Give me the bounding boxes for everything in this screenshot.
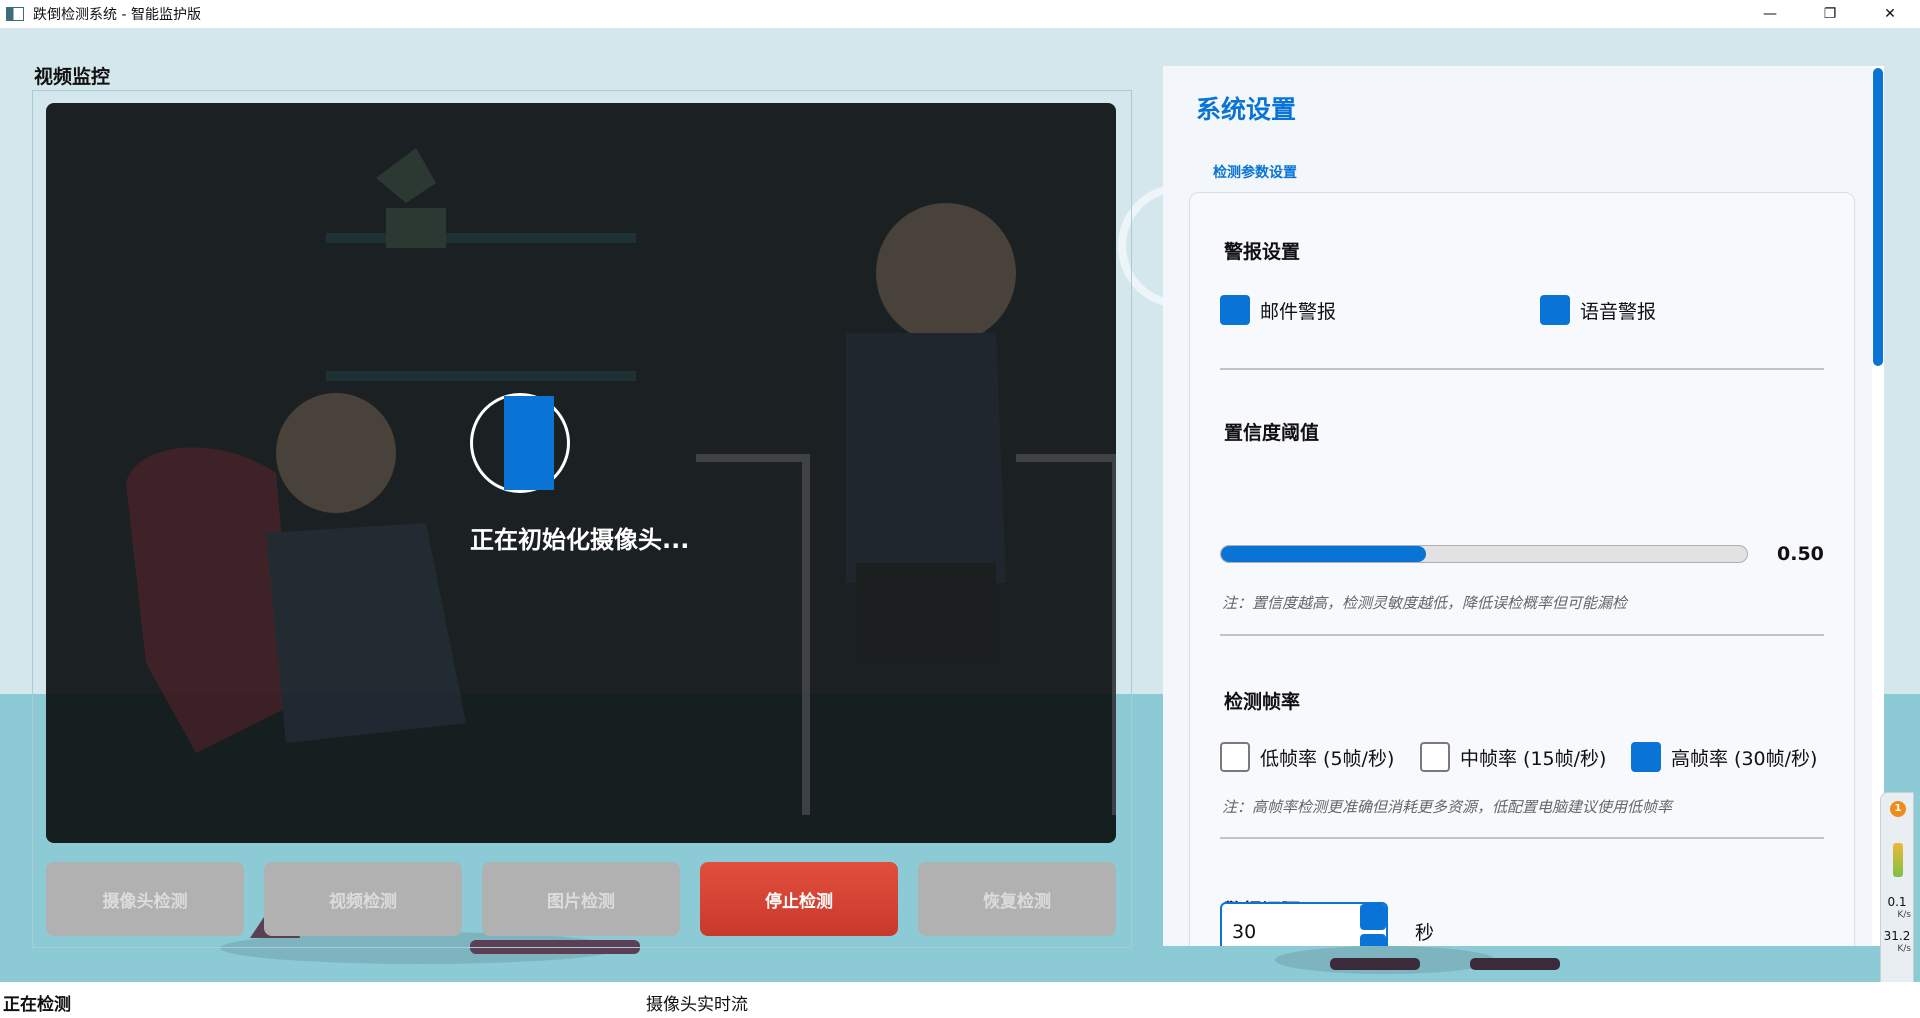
source-text: 摄像头实时流: [646, 995, 748, 1015]
framerate-low-label[interactable]: 低帧率 (5帧/秒): [1260, 744, 1394, 771]
spin-down-button[interactable]: [1360, 934, 1386, 946]
download-speed-value: 31.2: [1883, 929, 1911, 943]
settings-title: 系统设置: [1196, 95, 1297, 124]
voice-alarm-label[interactable]: 语音警报: [1580, 297, 1656, 324]
confidence-slider[interactable]: [1220, 545, 1748, 563]
upload-speed-value: 0.1: [1887, 895, 1907, 909]
framerate-high-checkbox[interactable]: [1631, 742, 1661, 772]
notification-badge: 1: [1890, 801, 1906, 817]
status-bar: 正在检测 摄像头实时流: [0, 982, 1920, 1018]
confidence-note: 注：置信度越高，检测灵敏度越低，降低误检概率但可能漏检: [1222, 594, 1628, 612]
divider: [1220, 634, 1824, 636]
framerate-mid-checkbox[interactable]: [1420, 742, 1450, 772]
app-icon: [6, 7, 24, 21]
email-alarm-label[interactable]: 邮件警报: [1260, 297, 1336, 324]
video-detect-button[interactable]: 视频检测: [264, 862, 462, 936]
framerate-mid-label[interactable]: 中帧率 (15帧/秒): [1460, 744, 1606, 771]
video-section-title: 视频监控: [34, 66, 111, 88]
email-alarm-checkbox[interactable]: [1220, 295, 1250, 325]
framerate-low-checkbox[interactable]: [1220, 742, 1250, 772]
image-detect-button[interactable]: 图片检测: [482, 862, 680, 936]
framerate-high-label[interactable]: 高帧率 (30帧/秒): [1671, 744, 1817, 771]
stop-detect-button[interactable]: 停止检测: [700, 862, 898, 936]
settings-scrollbar-thumb[interactable]: [1873, 68, 1883, 366]
network-meter-icon: [1893, 843, 1903, 877]
detection-params-group: 警报设置 邮件警报 语音警报 置信度阈值 0.50 注：置信度越高，检测灵敏度越…: [1189, 192, 1855, 946]
minimize-button[interactable]: —: [1740, 0, 1800, 28]
resume-detect-button[interactable]: 恢复检测: [918, 862, 1116, 936]
spin-up-button[interactable]: [1360, 904, 1386, 930]
settings-panel: 系统设置 检测参数设置 警报设置 邮件警报 语音警报 置信度阈值 0.50 注：…: [1163, 66, 1883, 946]
loading-spinner-segment: [504, 396, 554, 490]
alarm-settings-title: 警报设置: [1224, 241, 1301, 263]
framerate-note: 注：高帧率检测更准确但消耗更多资源，低配置电脑建议使用低帧率: [1222, 798, 1673, 816]
video-display: [46, 103, 1116, 843]
divider: [1220, 837, 1824, 839]
voice-alarm-checkbox[interactable]: [1540, 295, 1570, 325]
download-speed-unit: K/s: [1897, 944, 1911, 954]
status-text: 正在检测: [3, 995, 71, 1015]
confidence-value: 0.50: [1777, 543, 1824, 565]
restore-button[interactable]: ❐: [1800, 0, 1860, 28]
divider: [1220, 368, 1824, 370]
control-button-row: 摄像头检测 视频检测 图片检测 停止检测 恢复检测: [46, 862, 1116, 936]
upload-speed-unit: K/s: [1897, 910, 1911, 920]
framerate-title: 检测帧率: [1224, 691, 1301, 713]
detection-params-group-label: 检测参数设置: [1213, 165, 1297, 181]
alarm-interval-unit: 秒: [1415, 922, 1435, 944]
window-title: 跌倒检测系统 - 智能监护版: [33, 7, 201, 23]
confidence-threshold-title: 置信度阈值: [1224, 422, 1320, 444]
camera-detect-button[interactable]: 摄像头检测: [46, 862, 244, 936]
loading-message: 正在初始化摄像头...: [470, 526, 690, 554]
window-controls: — ❐ ✕: [1740, 0, 1920, 28]
title-bar: 跌倒检测系统 - 智能监护版 — ❐ ✕: [0, 0, 1920, 28]
video-background-figures: [126, 148, 1116, 815]
close-button[interactable]: ✕: [1860, 0, 1920, 28]
confidence-slider-fill: [1221, 546, 1427, 562]
